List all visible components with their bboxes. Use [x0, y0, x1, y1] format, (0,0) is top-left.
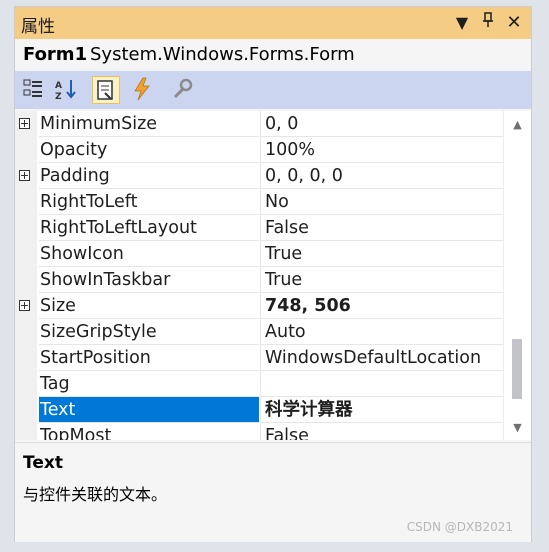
properties-toolbar: AZ: [15, 71, 531, 109]
property-value[interactable]: No: [260, 189, 503, 215]
dropdown-triangle-icon[interactable]: ▼: [451, 11, 473, 35]
description-text: 与控件关联的文本。: [23, 485, 168, 504]
row-gutter: [15, 137, 37, 163]
property-name: Opacity: [39, 137, 259, 163]
alphabetical-sort-icon[interactable]: AZ: [53, 76, 81, 104]
pin-glyph: [483, 12, 493, 27]
property-value[interactable]: True: [260, 267, 503, 293]
property-row-text[interactable]: Text 科学计算器: [15, 397, 503, 423]
row-gutter: [15, 345, 37, 371]
property-name: RightToLeftLayout: [39, 215, 259, 241]
property-name: StartPosition: [39, 345, 259, 371]
row-gutter: [15, 397, 37, 423]
object-selector[interactable]: Form1 System.Windows.Forms.Form: [15, 39, 531, 71]
property-row-righttoleftlayout[interactable]: RightToLeftLayout False: [15, 215, 503, 241]
property-value[interactable]: False: [260, 423, 503, 440]
property-name: ShowInTaskbar: [39, 267, 259, 293]
row-gutter: [15, 215, 37, 241]
property-name: Size: [39, 293, 259, 319]
property-value[interactable]: WindowsDefaultLocation: [260, 345, 503, 371]
row-gutter: [15, 319, 37, 345]
expand-plus-icon[interactable]: [19, 118, 30, 129]
property-value[interactable]: True: [260, 241, 503, 267]
pin-icon[interactable]: [477, 11, 499, 35]
categorized-icon[interactable]: [21, 76, 49, 104]
object-name: Form1: [23, 44, 88, 65]
svg-text:A: A: [55, 81, 62, 91]
row-gutter: [15, 293, 37, 319]
property-value[interactable]: [260, 371, 503, 397]
property-row-padding[interactable]: Padding 0, 0, 0, 0: [15, 163, 503, 189]
title-bar[interactable]: 属性 ▼ ✕: [15, 7, 531, 39]
property-grid[interactable]: MinimumSize 0, 0 Opacity 100% Padding 0,…: [15, 111, 503, 440]
row-gutter: [15, 111, 37, 137]
property-value[interactable]: 科学计算器: [260, 397, 503, 423]
property-value[interactable]: 748, 506: [260, 293, 503, 319]
description-title: Text: [23, 453, 63, 473]
description-pane: Text 与控件关联的文本。 CSDN @DXB2021: [15, 442, 531, 542]
scroll-down-arrow-icon[interactable]: ▼: [504, 416, 531, 440]
properties-icon[interactable]: [92, 76, 120, 104]
property-row-righttoleft[interactable]: RightToLeft No: [15, 189, 503, 215]
row-gutter: [15, 423, 37, 440]
row-gutter: [15, 267, 37, 293]
property-name: TopMost: [39, 423, 259, 440]
properties-window: 属性 ▼ ✕ Form1 System.Windows.Forms.Form A…: [14, 6, 532, 542]
property-row-minimumsize[interactable]: MinimumSize 0, 0: [15, 111, 503, 137]
property-row-showicon[interactable]: ShowIcon True: [15, 241, 503, 267]
svg-text:Z: Z: [55, 92, 62, 102]
property-pages-wrench-icon[interactable]: [169, 76, 197, 104]
row-gutter: [15, 241, 37, 267]
close-icon[interactable]: ✕: [503, 11, 525, 35]
property-value[interactable]: 0, 0: [260, 111, 503, 137]
property-name: MinimumSize: [39, 111, 259, 137]
property-row-topmost[interactable]: TopMost False: [15, 423, 503, 440]
expand-plus-icon[interactable]: [19, 170, 30, 181]
row-gutter: [15, 371, 37, 397]
row-gutter: [15, 163, 37, 189]
property-name: Text: [39, 397, 259, 423]
property-name: Padding: [39, 163, 259, 189]
property-name: SizeGripStyle: [39, 319, 259, 345]
property-row-opacity[interactable]: Opacity 100%: [15, 137, 503, 163]
property-name: Tag: [39, 371, 259, 397]
object-type: System.Windows.Forms.Form: [90, 44, 355, 65]
events-lightning-icon[interactable]: [129, 76, 157, 104]
scroll-thumb[interactable]: [512, 339, 522, 399]
property-row-showintaskbar[interactable]: ShowInTaskbar True: [15, 267, 503, 293]
property-name: RightToLeft: [39, 189, 259, 215]
property-row-size[interactable]: Size 748, 506: [15, 293, 503, 319]
watermark: CSDN @DXB2021: [406, 520, 513, 534]
property-row-startposition[interactable]: StartPosition WindowsDefaultLocation: [15, 345, 503, 371]
property-row-tag[interactable]: Tag: [15, 371, 503, 397]
property-row-sizegripstyle[interactable]: SizeGripStyle Auto: [15, 319, 503, 345]
vertical-scrollbar[interactable]: ▲ ▼: [503, 111, 531, 440]
property-value[interactable]: Auto: [260, 319, 503, 345]
expand-plus-icon[interactable]: [19, 300, 30, 311]
scroll-up-arrow-icon[interactable]: ▲: [504, 113, 531, 137]
property-value[interactable]: 0, 0, 0, 0: [260, 163, 503, 189]
property-value[interactable]: 100%: [260, 137, 503, 163]
row-gutter: [15, 189, 37, 215]
window-title: 属性: [21, 17, 55, 37]
property-name: ShowIcon: [39, 241, 259, 267]
property-value[interactable]: False: [260, 215, 503, 241]
